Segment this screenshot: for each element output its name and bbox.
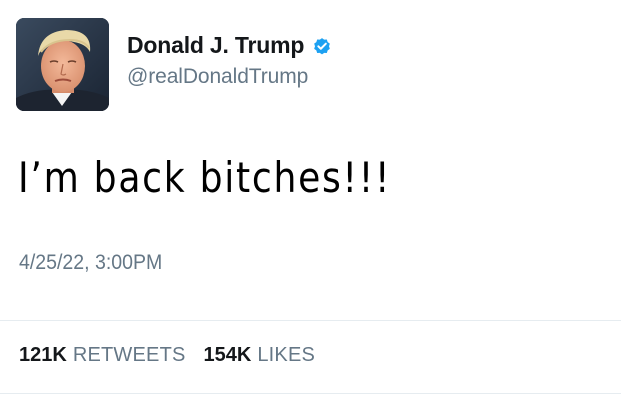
name-row: Donald J. Trump <box>127 30 332 60</box>
display-name[interactable]: Donald J. Trump <box>127 32 304 59</box>
tweet-card: Donald J. Trump @realDonaldTrump I’m bac… <box>0 0 621 400</box>
likes-stat[interactable]: 154K LIKES <box>204 344 316 367</box>
avatar[interactable] <box>16 18 109 111</box>
avatar-image <box>16 18 109 111</box>
engagement-stats: 121K RETWEETS 154K LIKES <box>19 344 333 367</box>
retweets-label: RETWEETS <box>72 344 186 366</box>
timestamp[interactable]: 4/25/22, 3:00PM <box>19 251 162 275</box>
divider <box>0 320 621 321</box>
tweet-text: I’m back bitches!!! <box>18 153 392 202</box>
divider <box>0 393 621 394</box>
retweets-count: 121K <box>19 344 67 366</box>
author-block: Donald J. Trump @realDonaldTrump <box>127 30 332 89</box>
likes-count: 154K <box>203 344 252 366</box>
handle[interactable]: @realDonaldTrump <box>127 65 332 89</box>
retweets-stat[interactable]: 121K RETWEETS <box>19 344 186 367</box>
verified-badge-icon <box>312 36 332 56</box>
likes-label: LIKES <box>257 344 316 366</box>
